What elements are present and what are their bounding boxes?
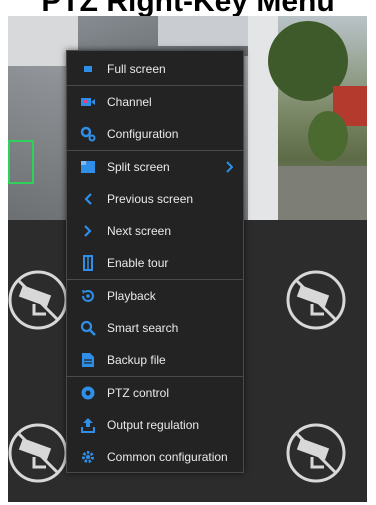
menu-item-label: Split screen: [107, 160, 170, 174]
menu-item-label: PTZ control: [107, 386, 170, 400]
no-camera-icon: [286, 423, 346, 483]
menu-item-label: Previous screen: [107, 192, 194, 206]
menu-item-channel[interactable]: Channel: [67, 86, 243, 118]
menu-item-next-screen[interactable]: Next screen: [67, 215, 243, 247]
no-camera-icon: [8, 270, 68, 330]
menu-item-label: Next screen: [107, 224, 172, 238]
common-configuration-icon: [79, 448, 97, 466]
ptz-control-icon: [79, 384, 97, 402]
menu-item-label: Full screen: [107, 62, 166, 76]
menu-item-label: Smart search: [107, 321, 179, 335]
camera-tile-2[interactable]: [248, 16, 367, 220]
menu-item-label: Output regulation: [107, 418, 200, 432]
configuration-icon: [79, 125, 97, 143]
channel-icon: [79, 93, 97, 111]
menu-item-enable-tour[interactable]: Enable tour: [67, 247, 243, 279]
no-camera-icon: [286, 270, 346, 330]
submenu-arrow-icon: [225, 160, 234, 178]
enable-tour-icon: [79, 254, 97, 272]
menu-item-split-screen[interactable]: Split screen: [67, 151, 243, 183]
menu-item-common-configuration[interactable]: Common configuration: [67, 441, 243, 473]
output-regulation-icon: [79, 416, 97, 434]
no-camera-icon: [8, 423, 68, 483]
playback-icon: [79, 287, 97, 305]
menu-item-previous-screen[interactable]: Previous screen: [67, 183, 243, 215]
menu-item-ptz-control[interactable]: PTZ control: [67, 377, 243, 409]
menu-item-label: Enable tour: [107, 256, 169, 270]
menu-item-label: Playback: [107, 289, 156, 303]
menu-item-label: Channel: [107, 95, 152, 109]
menu-item-full-screen[interactable]: Full screen: [67, 53, 243, 85]
tree: [308, 111, 348, 161]
menu-item-playback[interactable]: Playback: [67, 280, 243, 312]
previous-screen-icon: [79, 190, 97, 208]
menu-item-output-regulation[interactable]: Output regulation: [67, 409, 243, 441]
split-screen-icon: [79, 158, 97, 176]
menu-item-label: Configuration: [107, 127, 179, 141]
building: [158, 16, 248, 46]
menu-item-backup-file[interactable]: Backup file: [67, 344, 243, 376]
yard: [278, 166, 367, 220]
menu-item-label: Common configuration: [107, 450, 228, 464]
next-screen-icon: [79, 222, 97, 240]
menu-item-label: Backup file: [107, 353, 166, 367]
menu-item-configuration[interactable]: Configuration: [67, 118, 243, 150]
smart-search-icon: [79, 319, 97, 337]
motion-detection-box: [8, 140, 34, 184]
full-screen-icon: [79, 60, 97, 78]
right-click-context-menu: Full screen Channel Configuration Split …: [66, 50, 244, 473]
menu-item-smart-search[interactable]: Smart search: [67, 312, 243, 344]
backup-file-icon: [79, 351, 97, 369]
